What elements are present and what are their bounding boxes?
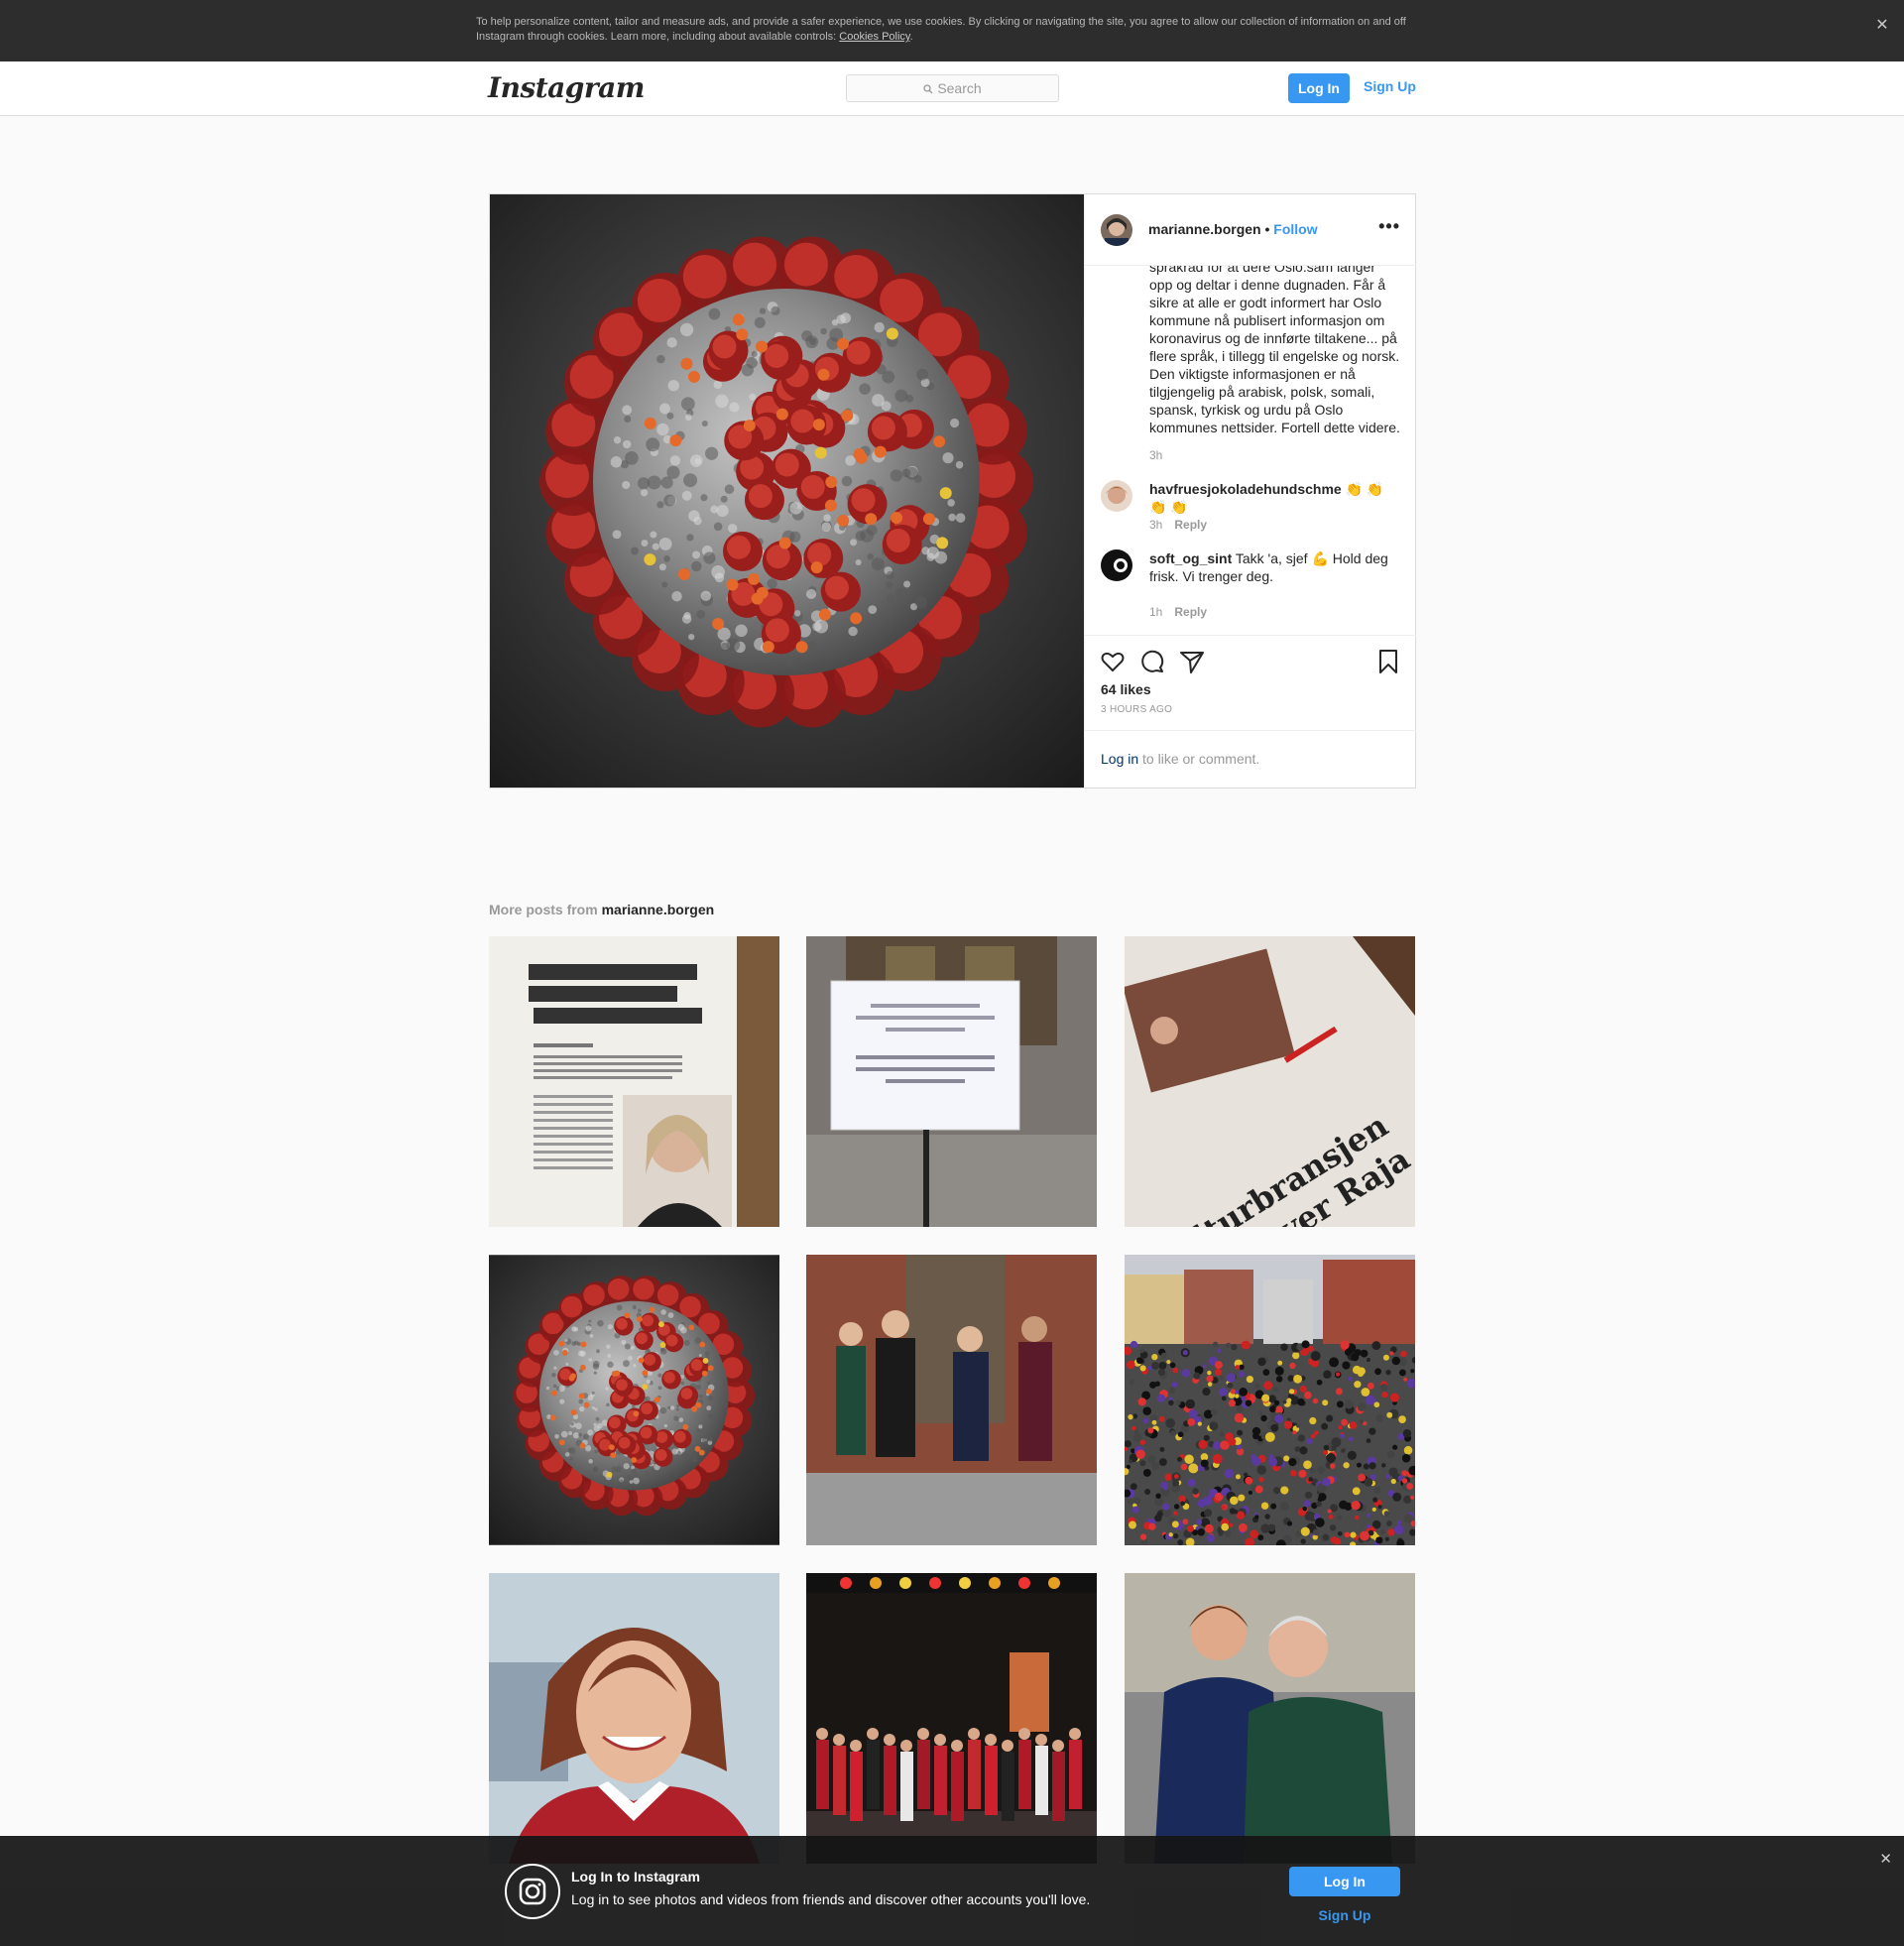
login-banner: Log In to Instagram Log in to see photos… bbox=[0, 1836, 1904, 1946]
top-nav: Instagram Search Log In Sign Up bbox=[0, 61, 1904, 116]
grid-post-newspaper[interactable] bbox=[489, 936, 779, 1227]
instagram-logo[interactable]: Instagram bbox=[488, 71, 645, 104]
avatar[interactable] bbox=[1101, 549, 1132, 581]
comment-time: 1h bbox=[1149, 605, 1162, 619]
follow-button[interactable]: Follow bbox=[1273, 221, 1317, 237]
separator-dot: • bbox=[1261, 221, 1274, 237]
grid-post-two-people[interactable] bbox=[1125, 1573, 1415, 1864]
grid-post-group-photo[interactable] bbox=[806, 1255, 1097, 1545]
post-thumbnail bbox=[806, 1573, 1097, 1864]
cookies-policy-link[interactable]: Cookies Policy bbox=[839, 31, 909, 43]
signup-link[interactable]: Sign Up bbox=[1289, 1907, 1400, 1923]
post-thumbnail bbox=[489, 1573, 779, 1864]
post-thumbnail: ulturbransjen å lover Raja bbox=[1125, 936, 1415, 1227]
bookmark-icon[interactable] bbox=[1374, 648, 1402, 675]
grid-post-virus[interactable] bbox=[489, 1255, 779, 1545]
close-icon[interactable]: ✕ bbox=[1872, 16, 1892, 36]
post-caption: språkråd for at dere Oslo.sam langer opp… bbox=[1149, 266, 1402, 436]
comment-meta: 3h Reply bbox=[1149, 518, 1207, 532]
more-posts-username[interactable]: marianne.borgen bbox=[602, 902, 715, 917]
post-thumbnail bbox=[1125, 1255, 1415, 1545]
grid-post-crowd[interactable] bbox=[1125, 1255, 1415, 1545]
cookie-text: To help personalize content, tailor and … bbox=[476, 15, 1428, 45]
reply-button[interactable]: Reply bbox=[1174, 605, 1207, 619]
comment-text: havfruesjokoladehundschme 👏 👏 👏 👏 bbox=[1149, 480, 1402, 516]
cookie-banner: To help personalize content, tailor and … bbox=[0, 0, 1904, 61]
post-header: marianne.borgen • Follow ••• bbox=[1085, 194, 1416, 266]
grid-post-newspaper-2[interactable]: ulturbransjen å lover Raja bbox=[1125, 936, 1415, 1227]
comment-meta: 1h Reply bbox=[1149, 605, 1207, 619]
comment-time: 3h bbox=[1149, 518, 1162, 532]
post-timestamp: 3 HOURS AGO bbox=[1101, 704, 1172, 715]
more-options-icon[interactable]: ••• bbox=[1378, 216, 1400, 237]
post-username[interactable]: marianne.borgen bbox=[1148, 221, 1261, 237]
avatar[interactable] bbox=[1101, 214, 1132, 246]
post-thumbnail bbox=[489, 1255, 779, 1545]
grid-post-stage[interactable] bbox=[806, 1573, 1097, 1864]
post-thumbnail bbox=[806, 936, 1097, 1227]
login-button[interactable]: Log In bbox=[1288, 73, 1350, 103]
avatar[interactable] bbox=[1101, 480, 1132, 512]
post-actions: 64 likes 3 HOURS AGO bbox=[1085, 635, 1416, 730]
signup-link[interactable]: Sign Up bbox=[1364, 78, 1416, 94]
instagram-glyph-icon bbox=[505, 1864, 560, 1919]
search-input[interactable]: Search bbox=[846, 74, 1059, 102]
comments-list[interactable]: språkråd for at dere Oslo.sam langer opp… bbox=[1085, 266, 1416, 635]
login-banner-title: Log In to Instagram bbox=[571, 1869, 700, 1885]
post-image[interactable] bbox=[490, 194, 1084, 788]
comment-text: soft_og_sint Takk 'a, sjef 💪 Hold deg fr… bbox=[1149, 549, 1402, 585]
comment-username[interactable]: soft_og_sint bbox=[1149, 550, 1232, 566]
login-prompt: Log in to like or comment. bbox=[1085, 730, 1416, 788]
post-thumbnail bbox=[806, 1255, 1097, 1545]
heart-icon[interactable] bbox=[1099, 648, 1127, 675]
search-placeholder: Search bbox=[937, 80, 981, 96]
coronavirus-illustration bbox=[490, 194, 1084, 788]
reply-button[interactable]: Reply bbox=[1174, 518, 1207, 532]
grid-post-portrait[interactable] bbox=[489, 1573, 779, 1864]
close-icon[interactable]: ✕ bbox=[1879, 1850, 1892, 1868]
post-thumbnail bbox=[1125, 1573, 1415, 1864]
post-thumbnail bbox=[489, 936, 779, 1227]
likes-count[interactable]: 64 likes bbox=[1101, 681, 1151, 697]
login-link[interactable]: Log in bbox=[1101, 751, 1138, 767]
comment-icon[interactable] bbox=[1138, 648, 1166, 675]
more-posts-heading: More posts from marianne.borgen bbox=[489, 902, 714, 917]
login-button[interactable]: Log In bbox=[1289, 1867, 1400, 1896]
share-icon[interactable] bbox=[1178, 648, 1206, 675]
post-sidebar: marianne.borgen • Follow ••• språkråd fo… bbox=[1084, 194, 1415, 788]
grid-post-sign[interactable] bbox=[806, 936, 1097, 1227]
search-icon bbox=[923, 84, 933, 94]
comment-username[interactable]: havfruesjokoladehundschme bbox=[1149, 481, 1342, 497]
login-banner-subtitle: Log in to see photos and videos from fri… bbox=[571, 1891, 1090, 1907]
post-card: marianne.borgen • Follow ••• språkråd fo… bbox=[489, 193, 1416, 789]
caption-time: 3h bbox=[1149, 448, 1162, 462]
